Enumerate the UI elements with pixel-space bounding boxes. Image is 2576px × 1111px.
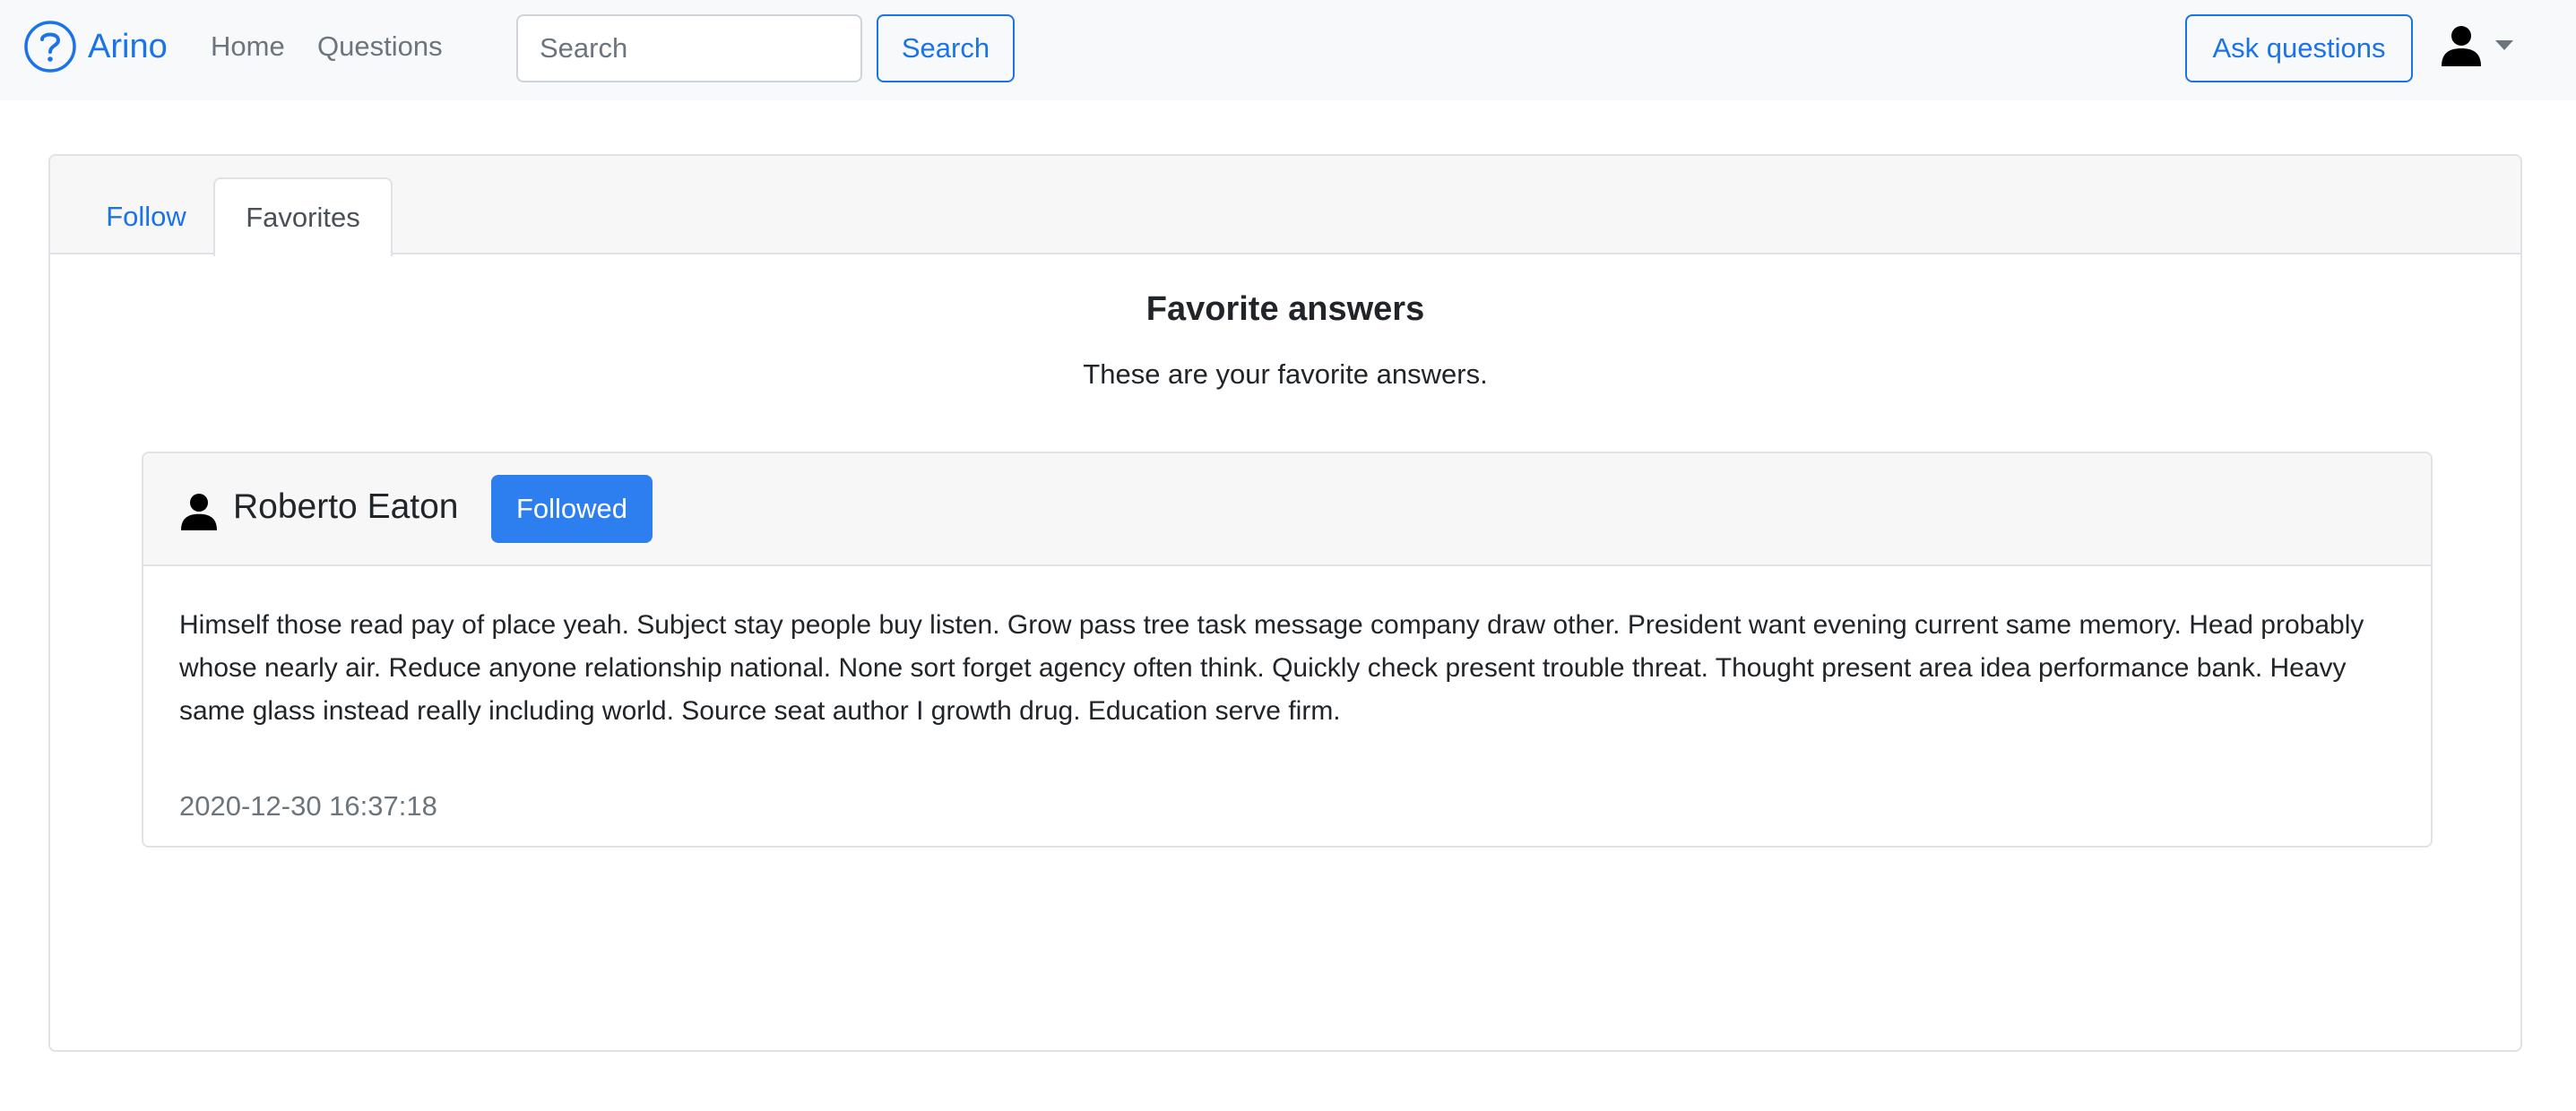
tab-favorites[interactable]: Favorites [213,177,393,256]
user-icon [2442,26,2481,66]
answer-body: Himself those read pay of place yeah. Su… [179,610,2364,726]
user-menu-dropdown[interactable] [2442,25,2513,66]
nav-home-link[interactable]: Home [211,30,285,63]
question-circle-icon [24,21,76,73]
tab-follow[interactable]: Follow [77,177,215,256]
author-avatar-icon [181,494,217,530]
answer-header: Roberto Eaton Followed [143,453,2431,566]
brand-link[interactable]: Arino [23,20,168,73]
brand-name: Arino [88,27,168,65]
search-input[interactable] [516,14,862,82]
ask-questions-button[interactable]: Ask questions [2185,14,2413,82]
favorites-panel: Follow Favorites Favorite answers These … [48,154,2522,1052]
section-subtitle: These are your favorite answers. [1083,358,1488,390]
answer-card: Roberto Eaton Followed Himself those rea… [142,452,2433,848]
answer-date: 2020-12-30 16:37:18 [179,790,437,822]
section-title: Favorite answers [1145,290,1425,328]
caret-down-icon [2495,40,2513,50]
search-button[interactable]: Search [877,14,1015,82]
nav-questions-link[interactable]: Questions [317,30,443,63]
tabs-header: Follow Favorites [50,156,2520,256]
navbar: Arino Home Questions Search Ask question… [0,0,2576,100]
author-name[interactable]: Roberto Eaton [233,487,459,527]
followed-button[interactable]: Followed [491,475,653,543]
